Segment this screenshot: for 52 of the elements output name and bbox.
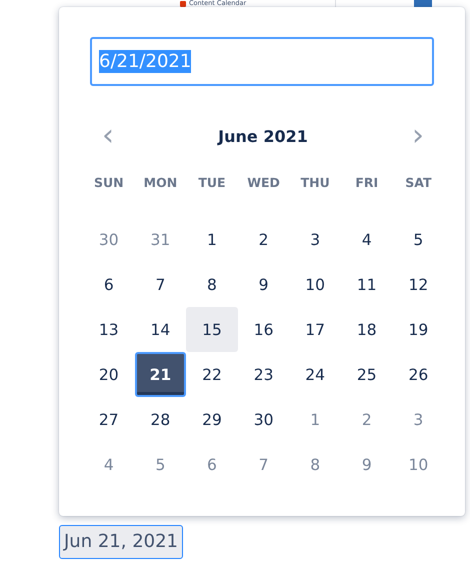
day-cell[interactable]: 4 — [340, 217, 393, 262]
weekday-label: SAT — [404, 174, 432, 192]
day-cell[interactable]: 10 — [392, 442, 444, 487]
day-cell[interactable]: 29 — [186, 397, 238, 442]
day-cell[interactable]: 8 — [186, 262, 238, 307]
day-cell[interactable]: 21 — [134, 352, 186, 397]
day-cell[interactable]: 9 — [238, 262, 290, 307]
weekday-label: TUE — [197, 174, 227, 192]
day-cell[interactable]: 24 — [289, 352, 341, 397]
day-cell[interactable]: 14 — [134, 307, 186, 352]
day-cell[interactable]: 30 — [238, 397, 290, 442]
day-cell[interactable]: 12 — [392, 262, 444, 307]
day-cell[interactable]: 25 — [340, 352, 393, 397]
day-cell[interactable]: 17 — [289, 307, 341, 352]
day-cell[interactable]: 5 — [392, 217, 444, 262]
day-cell[interactable]: 23 — [238, 352, 290, 397]
day-cell[interactable]: 13 — [83, 307, 135, 352]
day-cell[interactable]: 27 — [83, 397, 135, 442]
month-title: June 2021 — [218, 126, 308, 146]
day-cell[interactable]: 9 — [340, 442, 393, 487]
day-cell[interactable]: 10 — [289, 262, 341, 307]
day-cell[interactable]: 30 — [83, 217, 135, 262]
day-cell[interactable]: 11 — [340, 262, 393, 307]
day-cell[interactable]: 8 — [289, 442, 341, 487]
date-button[interactable]: Jun 21, 2021 — [59, 525, 184, 559]
day-cell[interactable]: 18 — [340, 307, 393, 352]
day-cell[interactable]: 3 — [289, 217, 341, 262]
day-cell[interactable]: 4 — [83, 442, 135, 487]
day-cell[interactable]: 26 — [392, 352, 444, 397]
day-cell[interactable]: 15 — [186, 307, 238, 352]
day-cell[interactable]: 7 — [134, 262, 186, 307]
weekday-label: SUN — [92, 174, 125, 192]
day-cell[interactable]: 19 — [392, 307, 444, 352]
day-cell[interactable]: 2 — [238, 217, 290, 262]
day-cell[interactable]: 3 — [392, 397, 444, 442]
weekday-label: WED — [246, 174, 281, 192]
day-cell[interactable]: 2 — [340, 397, 393, 442]
day-cell[interactable]: 6 — [186, 442, 238, 487]
day-cell[interactable]: 22 — [186, 352, 238, 397]
day-cell[interactable]: 5 — [134, 442, 186, 487]
day-cell[interactable]: 1 — [186, 217, 238, 262]
day-cell[interactable]: 31 — [134, 217, 186, 262]
weekday-label: MON — [142, 174, 178, 192]
day-cell[interactable]: 28 — [134, 397, 186, 442]
weekday-label: FRI — [354, 174, 380, 192]
day-cell[interactable]: 1 — [289, 397, 341, 442]
day-cell[interactable]: 6 — [83, 262, 135, 307]
day-cell[interactable]: 7 — [238, 442, 290, 487]
calendar-icon — [180, 0, 186, 6]
weekday-label: THU — [300, 174, 331, 192]
day-cell[interactable]: 20 — [83, 352, 135, 397]
day-cell[interactable]: 16 — [238, 307, 290, 352]
